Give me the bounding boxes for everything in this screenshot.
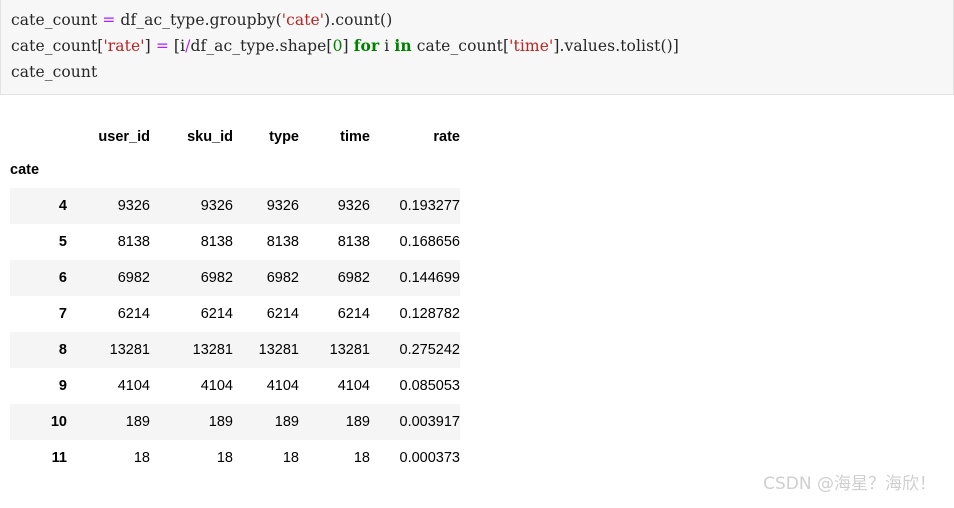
code-token: for: [353, 36, 380, 55]
cell-time: 4104: [299, 368, 370, 404]
code-token: 0: [332, 37, 343, 55]
cell-user_id: 6214: [67, 296, 150, 332]
table-row: 9 4104 4104 4104 4104 0.085053: [10, 368, 460, 404]
cell-time: 8138: [299, 224, 370, 260]
code-token: =: [102, 11, 116, 29]
cell-type: 9326: [233, 188, 299, 224]
table-row: 8 13281 13281 13281 13281 0.275242: [10, 332, 460, 368]
cell-sku_id: 18: [150, 440, 233, 476]
code-token: 'rate': [103, 37, 145, 55]
cell-type: 4104: [233, 368, 299, 404]
corner-cell: [10, 122, 67, 152]
column-header-type: type: [269, 129, 299, 145]
cell-user_id: 9326: [67, 188, 150, 224]
code-token: ).count(): [324, 11, 393, 29]
column-header-row: user_id sku_id type time rate: [10, 122, 460, 152]
cell-sku_id: 4104: [150, 368, 233, 404]
cell-sku_id: 13281: [150, 332, 233, 368]
row-index-cell: 11: [10, 440, 67, 476]
cell-rate: 0.000373: [370, 440, 460, 476]
cell-type: 6982: [233, 260, 299, 296]
cell-rate: 0.128782: [370, 296, 460, 332]
code-token: ]: [342, 37, 354, 55]
cell-user_id: 18: [67, 440, 150, 476]
index-name-pad: [67, 152, 460, 188]
cell-rate: 0.275242: [370, 332, 460, 368]
code-token: cate_count: [11, 63, 98, 81]
code-token: df_ac_type.groupby(: [115, 11, 282, 29]
cell-rate: 0.144699: [370, 260, 460, 296]
row-index-cell: 8: [10, 332, 67, 368]
row-index-cell: 6: [10, 260, 67, 296]
cell-time: 6214: [299, 296, 370, 332]
row-index-cell: 10: [10, 404, 67, 440]
cell-user_id: 6982: [67, 260, 150, 296]
cell-type: 189: [233, 404, 299, 440]
row-index-cell: 7: [10, 296, 67, 332]
column-header-sku_id: sku_id: [187, 129, 233, 145]
dataframe-output: user_id sku_id type time rate cate 4 9326 9326…: [10, 122, 460, 476]
index-name-row: cate: [10, 152, 460, 188]
cell-time: 18: [299, 440, 370, 476]
cell-rate: 0.168656: [370, 224, 460, 260]
code-token: ].values.tolist()]: [553, 37, 679, 55]
cell-time: 189: [299, 404, 370, 440]
cell-type: 13281: [233, 332, 299, 368]
table-row: 5 8138 8138 8138 8138 0.168656: [10, 224, 460, 260]
cell-rate: 0.193277: [370, 188, 460, 224]
cell-time: 13281: [299, 332, 370, 368]
code-token: [i: [168, 37, 186, 55]
code-token: in: [394, 36, 412, 55]
cell-type: 6214: [233, 296, 299, 332]
cell-user_id: 13281: [67, 332, 150, 368]
table-row: 6 6982 6982 6982 6982 0.144699: [10, 260, 460, 296]
code-token: cate_count[: [11, 37, 104, 55]
dataframe-head: user_id sku_id type time rate cate: [10, 122, 460, 188]
cell-sku_id: 189: [150, 404, 233, 440]
line-3: cate_count: [11, 59, 953, 85]
code-token: 'cate': [281, 11, 325, 29]
table-row: 11 18 18 18 18 0.000373: [10, 440, 460, 476]
table-row: 4 9326 9326 9326 9326 0.193277: [10, 188, 460, 224]
line-2: cate_count['rate'] = [i/df_ac_type.shape…: [11, 33, 953, 59]
cell-rate: 0.003917: [370, 404, 460, 440]
cell-time: 6982: [299, 260, 370, 296]
row-index-cell: 4: [10, 188, 67, 224]
column-header-time: time: [340, 129, 370, 145]
column-header-rate: rate: [433, 129, 460, 145]
table-row: 10 189 189 189 189 0.003917: [10, 404, 460, 440]
code-token: cate_count: [11, 11, 103, 29]
cell-user_id: 4104: [67, 368, 150, 404]
index-name-label: cate: [10, 162, 40, 178]
table-row: 7 6214 6214 6214 6214 0.128782: [10, 296, 460, 332]
code-token: =: [155, 37, 169, 55]
row-index-cell: 9: [10, 368, 67, 404]
cell-sku_id: 6982: [150, 260, 233, 296]
row-index-cell: 5: [10, 224, 67, 260]
cell-user_id: 189: [67, 404, 150, 440]
cell-user_id: 8138: [67, 224, 150, 260]
cell-sku_id: 8138: [150, 224, 233, 260]
dataframe-body: 4 9326 9326 9326 9326 0.193277 5 8138 8138 8138 81…: [10, 188, 460, 476]
code-token: cate_count[: [411, 37, 510, 55]
line-1: cate_count = df_ac_type.groupby('cate').…: [11, 7, 953, 33]
cell-sku_id: 6214: [150, 296, 233, 332]
code-token: i: [379, 37, 395, 55]
cell-time: 9326: [299, 188, 370, 224]
code-token: ]: [144, 37, 156, 55]
column-header-user_id: user_id: [98, 129, 150, 145]
watermark: CSDN @海星？海欣！: [763, 474, 936, 494]
code-cell[interactable]: cate_count = df_ac_type.groupby('cate').…: [0, 0, 954, 95]
code-token: 'time': [509, 37, 554, 55]
cell-sku_id: 9326: [150, 188, 233, 224]
cell-type: 8138: [233, 224, 299, 260]
code-token: df_ac_type.shape[: [190, 37, 333, 55]
cell-type: 18: [233, 440, 299, 476]
cell-rate: 0.085053: [370, 368, 460, 404]
